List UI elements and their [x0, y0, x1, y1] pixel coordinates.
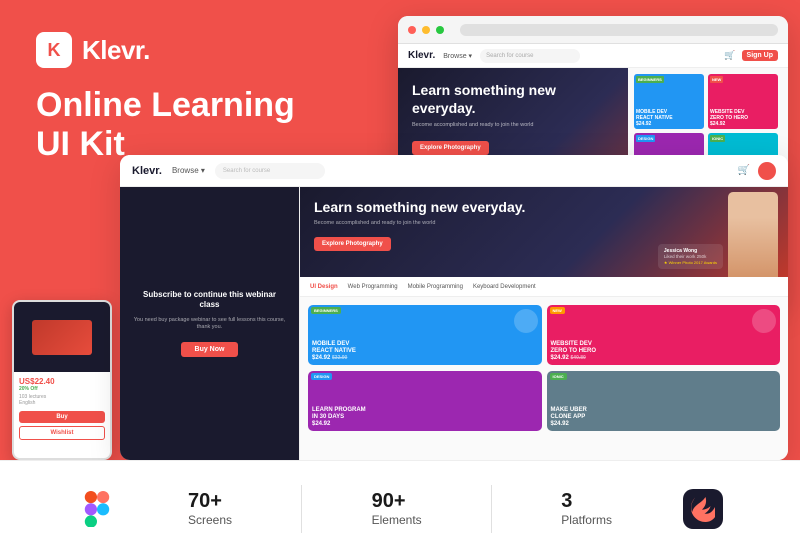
app-course-card-2[interactable]: NEW WEBSITE DEVZERO TO HERO $24.92 $40.8… [547, 305, 781, 365]
course-2-info: WEBSITE DEVZERO TO HERO $24.92 [710, 109, 776, 127]
course-card-2[interactable]: NEW WEBSITE DEVZERO TO HERO $24.92 [708, 74, 778, 129]
app-mockup: Klevr. Browse ▾ Search for course 🛒 Subs… [120, 155, 788, 460]
badge-2: NEW [550, 307, 565, 314]
platforms-stat: 3 Platforms [561, 490, 612, 527]
course-row-2-app: DESIGN LEARN PROGRAMIN 30 DAYS $24.92 IO… [308, 371, 780, 431]
app-body: Subscribe to continue this webinar class… [120, 187, 788, 460]
app-logo: Klevr. [132, 165, 162, 177]
badge-beginners: BEGINNERS [636, 76, 664, 83]
elements-stat: 90+ Elements [372, 490, 422, 527]
figma-icon [75, 487, 119, 531]
search-bar-browser[interactable]: Search for course [480, 49, 580, 63]
screens-label: Screens [188, 513, 232, 527]
webinar-buy-btn[interactable]: Buy Now [181, 342, 239, 357]
tab-ui-design[interactable]: UI Design [310, 284, 338, 290]
webinar-title: Subscribe to continue this webinar class [132, 290, 287, 311]
course-info-3: LEARN PROGRAMIN 30 DAYS $24.92 [312, 407, 538, 427]
course-info-1: MOBILE DEVREACT NATIVE $24.92 $32.90 [312, 341, 538, 361]
tablet-wishlist-btn[interactable]: Wishlist [19, 426, 105, 440]
platforms-label: Platforms [561, 513, 612, 527]
address-bar [460, 24, 778, 36]
tablet-discount: 20% Off [19, 386, 105, 392]
badge-3: DESIGN [311, 373, 332, 380]
instructor-avatar-2 [752, 309, 776, 333]
app-hero-title: Learn something new everyday. [314, 199, 774, 216]
elements-label: Elements [372, 513, 422, 527]
swift-icon [681, 487, 725, 531]
cart-icon-app[interactable]: 🛒 [738, 165, 750, 176]
screens-number: 70+ [188, 490, 232, 513]
course-info-2: WEBSITE DEVZERO TO HERO $24.92 $40.80 [551, 341, 777, 361]
webinar-sub: You need buy package webinar to see full… [132, 317, 287, 332]
app-nav-icons: 🛒 [738, 162, 776, 180]
close-dot[interactable] [408, 26, 416, 34]
badge-4: IONIC [550, 373, 567, 380]
badge-design: DESIGN [636, 135, 655, 142]
app-search-bar[interactable]: Search for course [215, 163, 325, 179]
course-info-4: MAKE UBERCLONE APP $24.92 [551, 407, 777, 427]
app-course-card-3[interactable]: DESIGN LEARN PROGRAMIN 30 DAYS $24.92 [308, 371, 542, 431]
course-row-1-app: BEGINNERS MOBILE DEVREACT NATIVE $24.92 … [308, 305, 780, 365]
app-right-panel: Learn something new everyday. Become acc… [300, 187, 788, 460]
tablet-price: US$22.40 [19, 377, 105, 386]
app-hero-subtitle: Become accomplished and ready to join th… [314, 220, 774, 226]
badge-1: BEGINNERS [311, 307, 341, 314]
badge-new: NEW [710, 76, 723, 83]
hero-cta-browser[interactable]: Explore Photography [412, 141, 489, 155]
tablet-buy-btn[interactable]: Buy [19, 411, 105, 423]
app-hero-cta[interactable]: Explore Photography [314, 237, 391, 251]
brand-name: Klevr. [82, 35, 150, 66]
app-course-grid: BEGINNERS MOBILE DEVREACT NATIVE $24.92 … [300, 297, 788, 460]
signup-btn-browser[interactable]: Sign Up [742, 50, 778, 61]
course-card-1[interactable]: BEGINNERS MOBILE DEVREACT NATIVE $24.92 [634, 74, 704, 129]
app-course-card-4[interactable]: IONIC MAKE UBERCLONE APP $24.92 [547, 371, 781, 431]
badge-ionic: IONIC [710, 135, 725, 142]
divider-2 [491, 485, 492, 533]
tab-web-prog[interactable]: Web Programming [348, 284, 398, 290]
tablet-hero [14, 302, 110, 372]
category-tabs: UI Design Web Programming Mobile Program… [300, 277, 788, 297]
hero-title-browser: Learn something new everyday. [412, 82, 614, 117]
nav-actions-browser: 🛒 Sign Up [724, 50, 778, 61]
minimize-dot[interactable] [422, 26, 430, 34]
elements-number: 90+ [372, 490, 422, 513]
webinar-popup: Subscribe to continue this webinar class… [120, 187, 299, 460]
app-nav-logo-browser: Klevr. [408, 50, 435, 61]
course-row-1: BEGINNERS MOBILE DEVREACT NATIVE $24.92 … [634, 74, 782, 129]
platforms-number: 3 [561, 490, 612, 513]
divider-1 [301, 485, 302, 533]
winner-badge: Jessica Wong Liked their work 250k ★ Win… [658, 244, 723, 269]
tab-keyboard[interactable]: Keyboard Development [473, 284, 536, 290]
logo-row: K Klevr. [36, 32, 344, 68]
cart-icon-browser[interactable]: 🛒 [724, 50, 735, 61]
app-nav: Klevr. Browse ▾ Search for course 🛒 [120, 155, 788, 187]
screens-stat: 70+ Screens [188, 490, 232, 527]
app-browse-label[interactable]: Browse ▾ [172, 166, 205, 175]
maximize-dot[interactable] [436, 26, 444, 34]
app-hero-strip: Learn something new everyday. Become acc… [300, 187, 788, 277]
app-hero-person [728, 192, 778, 277]
tagline: Online Learning UI Kit [36, 86, 344, 164]
hero-subtitle-browser: Become accomplished and ready to join th… [412, 122, 614, 128]
tab-mobile-prog[interactable]: Mobile Programming [408, 284, 463, 290]
course-1-info: MOBILE DEVREACT NATIVE $24.92 [636, 109, 702, 127]
tablet-bottom: US$22.40 20% Off 103 lectures English Bu… [14, 372, 110, 445]
instructor-avatar-1 [514, 309, 538, 333]
tablet-mockup: US$22.40 20% Off 103 lectures English Bu… [12, 300, 112, 460]
app-browse-browser: Browse ▾ [443, 52, 472, 60]
brand-logo-icon: K [36, 32, 72, 68]
app-course-card-1[interactable]: BEGINNERS MOBILE DEVREACT NATIVE $24.92 … [308, 305, 542, 365]
stats-bar: 70+ Screens 90+ Elements 3 Platforms [0, 460, 800, 556]
browser-bar [398, 16, 788, 44]
lesson-panel: Subscribe to continue this webinar class… [120, 187, 300, 460]
avatar-app[interactable] [758, 162, 776, 180]
tablet-language: English [19, 400, 105, 406]
tablet-hero-img [32, 320, 92, 355]
